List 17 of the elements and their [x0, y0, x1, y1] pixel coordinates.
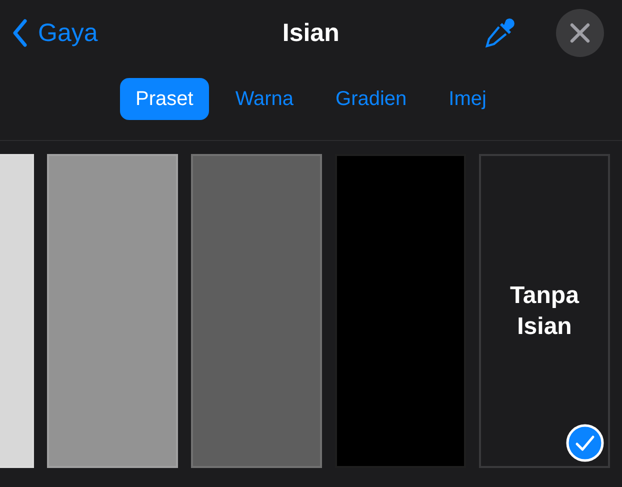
panel-title: Isian [281, 18, 340, 48]
close-icon [570, 23, 590, 43]
back-button[interactable]: Gaya [12, 18, 98, 48]
eyedropper-button[interactable] [484, 17, 516, 49]
no-fill-label: Tanpa Isian [509, 280, 580, 342]
chevron-left-icon [12, 19, 28, 47]
color-swatch[interactable] [335, 154, 466, 468]
close-button[interactable] [556, 9, 604, 57]
tab[interactable]: Gradien [320, 78, 423, 120]
eyedropper-icon [484, 17, 516, 49]
color-swatch[interactable] [191, 154, 322, 468]
color-swatch[interactable] [47, 154, 178, 468]
tab[interactable]: Imej [432, 78, 502, 120]
checkmark-icon [566, 424, 604, 462]
tab[interactable]: Praset [120, 78, 210, 120]
tab[interactable]: Warna [219, 78, 310, 120]
no-fill-swatch[interactable]: Tanpa Isian [479, 154, 610, 468]
